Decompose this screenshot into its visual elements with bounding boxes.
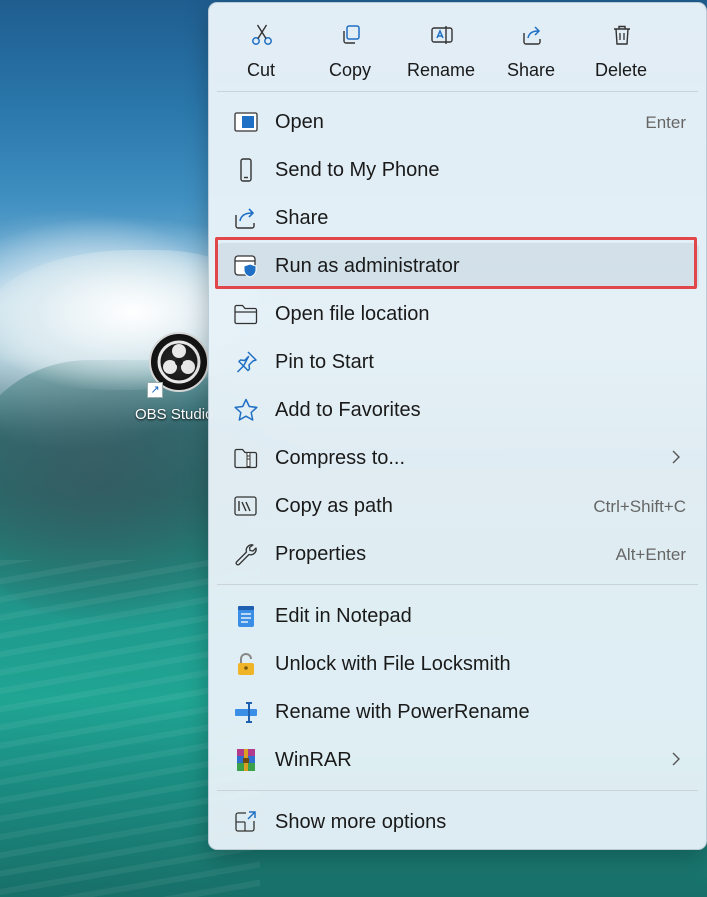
folder-icon (234, 304, 258, 325)
copy-path-icon (234, 496, 257, 516)
more-options-icon (235, 811, 256, 832)
phone-icon (240, 158, 252, 182)
chevron-right-icon (672, 450, 680, 464)
context-menu-toolbar: Cut Copy Rename Share Delete (209, 3, 706, 91)
menu-item-properties[interactable]: Properties Alt+Enter (217, 531, 699, 577)
copy-icon (343, 25, 360, 44)
open-window-icon (234, 112, 258, 132)
rename-button[interactable]: Rename (396, 17, 486, 87)
menu-item-shortcut: Enter (645, 113, 686, 132)
copy-label: Copy (328, 60, 372, 80)
wrench-icon (235, 544, 257, 566)
rename-label: Rename (406, 60, 476, 80)
menu-item-label: Copy as path (275, 495, 393, 517)
menu-item-label: Open (275, 111, 324, 133)
menu-item-show-more-options[interactable]: Show more options (217, 799, 699, 845)
menu-item-label: Properties (275, 543, 367, 565)
menu-item-run-as-admin[interactable]: Run as administrator (217, 243, 699, 289)
menu-item-edit-in-notepad[interactable]: Edit in Notepad (217, 593, 699, 639)
menu-separator (217, 584, 698, 585)
menu-item-label: Show more options (275, 811, 447, 833)
share-icon (235, 208, 255, 229)
powerrename-icon (235, 702, 257, 723)
menu-item-pin-to-start[interactable]: Pin to Start (217, 339, 699, 385)
pin-icon (236, 351, 257, 373)
menu-item-label: Run as administrator (275, 255, 460, 277)
menu-separator (217, 91, 698, 92)
shortcut-arrow-icon: ↗ (147, 382, 163, 398)
menu-item-label: Send to My Phone (275, 159, 440, 181)
zip-folder-icon (234, 448, 258, 469)
menu-item-label: Add to Favorites (275, 399, 421, 421)
menu-item-winrar[interactable]: WinRAR (217, 737, 699, 783)
star-icon (234, 398, 258, 421)
menu-item-send-to-phone[interactable]: Send to My Phone (217, 147, 699, 193)
menu-item-share[interactable]: Share (217, 195, 699, 241)
menu-item-label: Compress to... (275, 447, 406, 469)
menu-item-label: Unlock with File Locksmith (275, 653, 511, 675)
cut-label: Cut (246, 60, 275, 80)
menu-item-label: Open file location (275, 303, 430, 325)
admin-shield-icon (234, 255, 257, 278)
notepad-icon (238, 606, 254, 627)
menu-item-open[interactable]: Open Enter (217, 99, 699, 145)
menu-item-powerrename[interactable]: Rename with PowerRename (217, 689, 699, 735)
menu-item-label: Pin to Start (275, 351, 374, 373)
menu-item-open-file-location[interactable]: Open file location (217, 291, 699, 337)
chevron-right-icon (672, 752, 680, 766)
menu-item-label: Rename with PowerRename (275, 701, 530, 723)
delete-button[interactable]: Delete (576, 17, 666, 87)
winrar-icon (237, 749, 255, 771)
trash-icon (614, 25, 630, 45)
rename-icon (431, 26, 453, 44)
share-icon (523, 26, 541, 45)
menu-separator (217, 790, 698, 791)
menu-item-copy-as-path[interactable]: Copy as path Ctrl+Shift+C (217, 483, 699, 529)
menu-item-label: Share (275, 207, 329, 229)
menu-item-add-to-favorites[interactable]: Add to Favorites (217, 387, 699, 433)
menu-item-file-locksmith[interactable]: Unlock with File Locksmith (217, 641, 699, 687)
menu-item-shortcut: Ctrl+Shift+C (593, 497, 686, 516)
lock-icon (238, 653, 254, 675)
delete-label: Delete (594, 60, 648, 80)
menu-item-label: WinRAR (275, 749, 352, 771)
menu-item-shortcut: Alt+Enter (615, 545, 686, 564)
share-button[interactable]: Share (486, 17, 576, 87)
copy-button[interactable]: Copy (305, 17, 395, 87)
context-menu: Cut Copy Rename Share Delete Open Enter … (208, 2, 707, 850)
menu-item-label: Edit in Notepad (275, 605, 412, 627)
cut-button[interactable]: Cut (216, 17, 306, 87)
menu-item-compress[interactable]: Compress to... (217, 435, 699, 481)
share-label: Share (506, 60, 556, 80)
scissors-icon (252, 24, 272, 45)
